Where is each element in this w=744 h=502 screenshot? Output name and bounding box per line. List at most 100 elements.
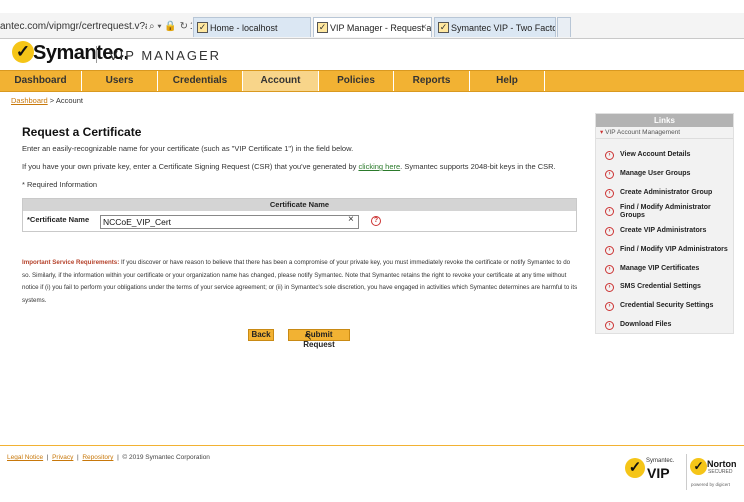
- page: antec.com/vipmgr/certrequest.v?a=1400461…: [0, 0, 744, 502]
- breadcrumb-dashboard-link[interactable]: Dashboard: [11, 96, 48, 105]
- legal-notice-link[interactable]: Legal Notice: [7, 454, 43, 461]
- symantec-favicon-icon: ✓: [438, 22, 449, 33]
- footer-separator: |: [46, 454, 49, 461]
- link-label: Find / Modify Administrator Groups: [620, 204, 711, 219]
- browser-tab-symantec-vip[interactable]: ✓ Symantec VIP - Two Factor Aut...: [434, 17, 556, 37]
- norton-label: Norton: [707, 459, 737, 469]
- browser-tab-vip-manager[interactable]: ✓ VIP Manager - Request a Ce... ×: [313, 17, 432, 37]
- footer-separator: |: [117, 454, 119, 461]
- nav-credentials[interactable]: Credentials: [158, 71, 243, 91]
- links-section-title: VIP Account Management: [605, 129, 681, 136]
- breadcrumb-separator: >: [47, 96, 56, 105]
- link-credential-security-settings[interactable]: › Credential Security Settings: [596, 302, 735, 311]
- product-name: VIP MANAGER: [109, 48, 222, 63]
- vip-badge-brand: Symantec.: [646, 458, 675, 464]
- link-label: Find / Modify VIP Administrators: [620, 246, 728, 253]
- service-requirements-title: Important Service Requirements:: [22, 259, 120, 266]
- links-section-header[interactable]: ▾ VIP Account Management: [596, 127, 733, 139]
- address-bar-icons[interactable]: ⌕ ▾ 🔒 ↻: [147, 18, 190, 35]
- footer-separator: |: [77, 454, 79, 461]
- browser-tab-home[interactable]: ✓ Home - localhost: [193, 17, 311, 37]
- csr-text-before: If you have your own private key, enter …: [22, 162, 359, 171]
- instruction-text: Enter an easily-recognizable name for yo…: [22, 144, 354, 153]
- certificate-form-header: Certificate Name: [23, 199, 576, 211]
- certificate-form: Certificate Name *Certificate Name × ?: [22, 198, 577, 232]
- tab-title: Home - localhost: [210, 23, 278, 33]
- clear-input-icon[interactable]: ×: [348, 214, 354, 225]
- nav-help[interactable]: Help: [470, 71, 545, 91]
- logo-divider: [96, 46, 97, 63]
- privacy-link[interactable]: Privacy: [52, 454, 73, 461]
- repository-link[interactable]: Repository: [82, 454, 113, 461]
- link-label: Create VIP Administrators: [620, 227, 707, 234]
- required-note: * Required Information: [22, 180, 98, 189]
- powered-by-digicert: powered by digicert: [691, 482, 731, 487]
- link-label: Create Administrator Group: [620, 189, 713, 196]
- link-create-vip-administrators[interactable]: › Create VIP Administrators: [596, 227, 735, 236]
- link-label: Manage User Groups: [620, 170, 691, 177]
- symantec-favicon-icon: ✓: [317, 22, 328, 33]
- main-nav: Dashboard Users Credentials Account Poli…: [0, 70, 744, 92]
- link-find-modify-administrator-groups[interactable]: › Find / Modify Administrator Groups: [596, 204, 728, 220]
- tab-close-icon[interactable]: ×: [421, 18, 427, 37]
- link-manage-user-groups[interactable]: › Manage User Groups: [596, 170, 735, 179]
- symantec-favicon-icon: ✓: [197, 22, 208, 33]
- arrow-circle-icon: ›: [605, 265, 614, 274]
- footer-divider: [0, 445, 744, 446]
- arrow-circle-icon: ›: [605, 151, 614, 160]
- nav-users[interactable]: Users: [82, 71, 158, 91]
- arrow-circle-icon: ›: [605, 207, 614, 216]
- help-icon[interactable]: ?: [371, 216, 381, 226]
- service-requirements: Important Service Requirements: If you d…: [22, 257, 580, 307]
- links-panel: Links ▾ VIP Account Management › View Acc…: [595, 113, 734, 334]
- norton-secured-label: SECURED: [708, 469, 733, 475]
- vip-badge: ✓ Symantec. VIP: [625, 456, 677, 484]
- link-find-modify-vip-administrators[interactable]: › Find / Modify VIP Administrators: [596, 246, 735, 255]
- norton-check-icon: ✓: [690, 458, 707, 475]
- collapse-arrow-icon: ▾: [600, 129, 604, 136]
- arrow-circle-icon: ›: [605, 246, 614, 255]
- norton-secured-badge[interactable]: ✓ Norton SECURED powered by digicert: [686, 454, 742, 490]
- link-label: Download Files: [620, 321, 672, 328]
- new-tab-button[interactable]: [557, 17, 571, 37]
- vip-check-icon: ✓: [625, 458, 645, 478]
- browser-chrome: antec.com/vipmgr/certrequest.v?a=1400461…: [0, 13, 744, 39]
- link-label: View Account Details: [620, 151, 691, 158]
- links-heading: Links: [596, 114, 733, 127]
- submit-request-button[interactable]: Submit Request: [288, 329, 350, 349]
- arrow-circle-icon: ›: [605, 170, 614, 179]
- footer: Legal Notice | Privacy | Repository | © …: [7, 454, 210, 461]
- arrow-circle-icon: ›: [605, 227, 614, 236]
- csr-text-after: . Symantec supports 2048-bit keys in the…: [400, 162, 556, 171]
- tab-title: VIP Manager - Request a Ce...: [330, 23, 432, 33]
- tab-title: Symantec VIP - Two Factor Aut...: [451, 23, 555, 33]
- nav-dashboard[interactable]: Dashboard: [0, 71, 82, 91]
- link-view-account-details[interactable]: › View Account Details: [596, 151, 735, 160]
- arrow-circle-icon: ›: [605, 189, 614, 198]
- nav-account[interactable]: Account: [243, 71, 319, 91]
- copyright: © 2019 Symantec Corporation: [122, 454, 210, 461]
- link-label: Manage VIP Certificates: [620, 265, 700, 272]
- arrow-circle-icon: ›: [605, 302, 614, 311]
- vip-badge-text: VIP: [647, 465, 670, 481]
- link-sms-credential-settings[interactable]: › SMS Credential Settings: [596, 283, 735, 292]
- link-label: Credential Security Settings: [620, 302, 714, 309]
- link-download-files[interactable]: › Download Files: [596, 321, 735, 330]
- link-manage-vip-certificates[interactable]: › Manage VIP Certificates: [596, 265, 735, 274]
- breadcrumb: Dashboard > Account: [11, 96, 83, 105]
- mouse-cursor-icon: ↖: [304, 332, 313, 343]
- back-button[interactable]: Back: [248, 329, 274, 341]
- arrow-circle-icon: ›: [605, 321, 614, 330]
- link-create-administrator-group[interactable]: › Create Administrator Group: [596, 189, 735, 198]
- breadcrumb-current: Account: [55, 96, 83, 105]
- nav-reports[interactable]: Reports: [394, 71, 470, 91]
- page-title: Request a Certificate: [22, 125, 142, 139]
- nav-policies[interactable]: Policies: [319, 71, 394, 91]
- csr-clicking-here-link[interactable]: clicking here: [358, 162, 400, 171]
- certificate-name-input[interactable]: [100, 215, 359, 229]
- csr-instruction: If you have your own private key, enter …: [22, 162, 556, 171]
- link-label: SMS Credential Settings: [620, 283, 701, 290]
- symantec-logo-icon: ✓: [12, 41, 34, 63]
- certificate-name-label: *Certificate Name: [27, 215, 90, 224]
- arrow-circle-icon: ›: [605, 283, 614, 292]
